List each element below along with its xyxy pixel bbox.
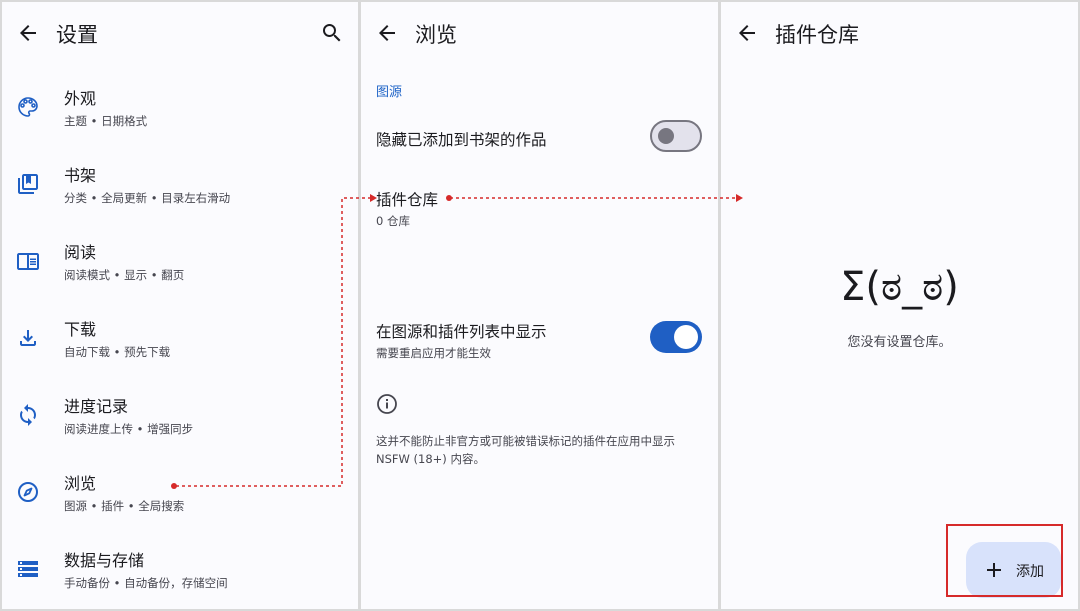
page-title: 浏览 bbox=[415, 23, 457, 47]
item-title: 下载 bbox=[64, 320, 97, 339]
pref-subtitle: 需要重启应用才能生效 bbox=[376, 346, 491, 360]
sync-icon bbox=[20, 404, 36, 426]
settings-item-library[interactable]: 书架 分类 • 全局更新 • 目录左右滑动 bbox=[2, 148, 358, 225]
item-subtitle: 阅读进度上传 • 增强同步 bbox=[64, 422, 194, 436]
pref-title: 在图源和插件列表中显示 bbox=[376, 323, 547, 341]
browse-topbar: 浏览 bbox=[361, 2, 718, 64]
settings-panel: 设置 外观 主题 • 日期格式 书架 分类 • 全局更新 • 目录左右滑动 阅读… bbox=[2, 2, 358, 609]
back-arrow-icon[interactable] bbox=[735, 21, 759, 45]
item-subtitle: 主题 • 日期格式 bbox=[64, 114, 148, 128]
repo-topbar: 插件仓库 bbox=[721, 2, 1078, 64]
pref-title: 插件仓库 bbox=[376, 191, 439, 209]
settings-item-data-storage[interactable]: 数据与存储 手动备份 • 自动备份，存储空间 bbox=[2, 533, 358, 609]
item-title: 进度记录 bbox=[64, 397, 129, 416]
item-title: 数据与存储 bbox=[64, 551, 145, 570]
compass-icon bbox=[18, 482, 38, 502]
back-arrow-icon[interactable] bbox=[16, 21, 40, 45]
book-open-icon bbox=[17, 253, 39, 270]
item-subtitle: 分类 • 全局更新 • 目录左右滑动 bbox=[64, 191, 231, 205]
search-icon[interactable] bbox=[320, 21, 344, 45]
empty-message: 您没有设置仓库。 bbox=[847, 335, 952, 350]
pref-title: 隐藏已添加到书架的作品 bbox=[376, 131, 547, 149]
settings-item-tracking[interactable]: 进度记录 阅读进度上传 • 增强同步 bbox=[2, 379, 358, 456]
settings-item-browse[interactable]: 浏览 图源 • 插件 • 全局搜索 bbox=[2, 456, 358, 533]
highlight-box bbox=[946, 524, 1063, 597]
storage-icon bbox=[18, 561, 38, 577]
page-title: 设置 bbox=[56, 23, 98, 47]
item-subtitle: 手动备份 • 自动备份，存储空间 bbox=[64, 576, 228, 590]
item-title: 阅读 bbox=[64, 243, 97, 262]
hide-in-library-switch[interactable] bbox=[650, 120, 702, 152]
item-title: 浏览 bbox=[64, 474, 97, 493]
item-subtitle: 自动下载 • 预先下载 bbox=[64, 345, 171, 359]
back-arrow-icon[interactable] bbox=[375, 21, 399, 45]
item-title: 书架 bbox=[64, 166, 97, 185]
info-text: 这并不能防止非官方或可能被错误标记的插件在应用中显示 NSFW (18+) 内容… bbox=[376, 434, 675, 466]
repo-panel: 插件仓库 Σ(ಠ_ಠ) 您没有设置仓库。 添加 bbox=[721, 2, 1078, 609]
browse-panel: 浏览 图源 隐藏已添加到书架的作品 插件仓库 0 仓库 在图源和插件列表中显示 … bbox=[361, 2, 718, 609]
page-title: 插件仓库 bbox=[775, 23, 859, 47]
settings-item-download[interactable]: 下载 自动下载 • 预先下载 bbox=[2, 302, 358, 379]
settings-item-appearance[interactable]: 外观 主题 • 日期格式 bbox=[2, 71, 358, 148]
show-nsfw-switch[interactable] bbox=[650, 321, 702, 353]
info-icon bbox=[377, 394, 397, 414]
settings-topbar: 设置 bbox=[2, 2, 358, 64]
empty-face: Σ(ಠ_ಠ) bbox=[840, 264, 959, 310]
palette-icon bbox=[18, 97, 38, 117]
item-subtitle: 阅读模式 • 显示 • 翻页 bbox=[64, 268, 185, 282]
download-icon bbox=[20, 330, 36, 346]
library-icon bbox=[18, 174, 38, 194]
pref-subtitle: 0 仓库 bbox=[376, 214, 410, 228]
settings-item-reader[interactable]: 阅读 阅读模式 • 显示 • 翻页 bbox=[2, 225, 358, 302]
item-subtitle: 图源 • 插件 • 全局搜索 bbox=[64, 499, 185, 513]
section-header-sources: 图源 bbox=[376, 85, 403, 100]
item-title: 外观 bbox=[64, 89, 97, 108]
